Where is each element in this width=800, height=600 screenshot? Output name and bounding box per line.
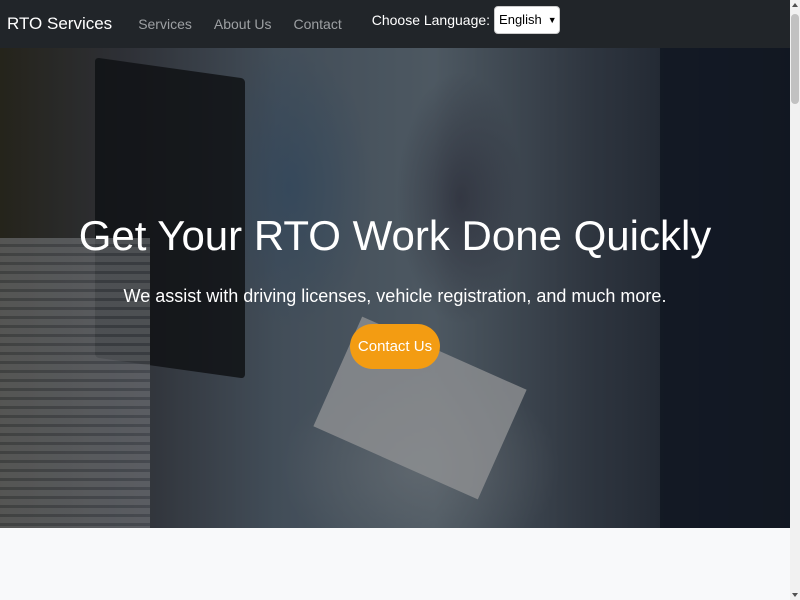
language-selected-value: English bbox=[499, 12, 542, 27]
contact-us-button[interactable]: Contact Us bbox=[350, 324, 440, 369]
language-label: Choose Language: bbox=[371, 11, 491, 28]
hero-banner: Get Your RTO Work Done Quickly We assist… bbox=[0, 48, 790, 528]
top-navbar: RTO Services Services About Us Contact C… bbox=[0, 0, 790, 48]
page-scrollbar[interactable] bbox=[790, 0, 800, 600]
brand-logo-text[interactable]: RTO Services bbox=[7, 14, 112, 34]
nav-link-contact[interactable]: Contact bbox=[282, 16, 352, 32]
chevron-down-icon: ▼ bbox=[547, 14, 557, 25]
nav-link-services[interactable]: Services bbox=[127, 16, 203, 32]
language-select[interactable]: English ▼ bbox=[494, 5, 560, 34]
scrollbar-thumb[interactable] bbox=[791, 14, 799, 104]
scroll-down-arrow-icon[interactable] bbox=[792, 593, 798, 597]
hero-subtitle: We assist with driving licenses, vehicle… bbox=[123, 286, 667, 306]
nav-link-about-us[interactable]: About Us bbox=[203, 16, 283, 32]
language-chooser: Choose Language: English ▼ bbox=[371, 5, 560, 34]
hero-title: Get Your RTO Work Done Quickly bbox=[78, 212, 712, 259]
scroll-up-arrow-icon[interactable] bbox=[792, 3, 798, 7]
